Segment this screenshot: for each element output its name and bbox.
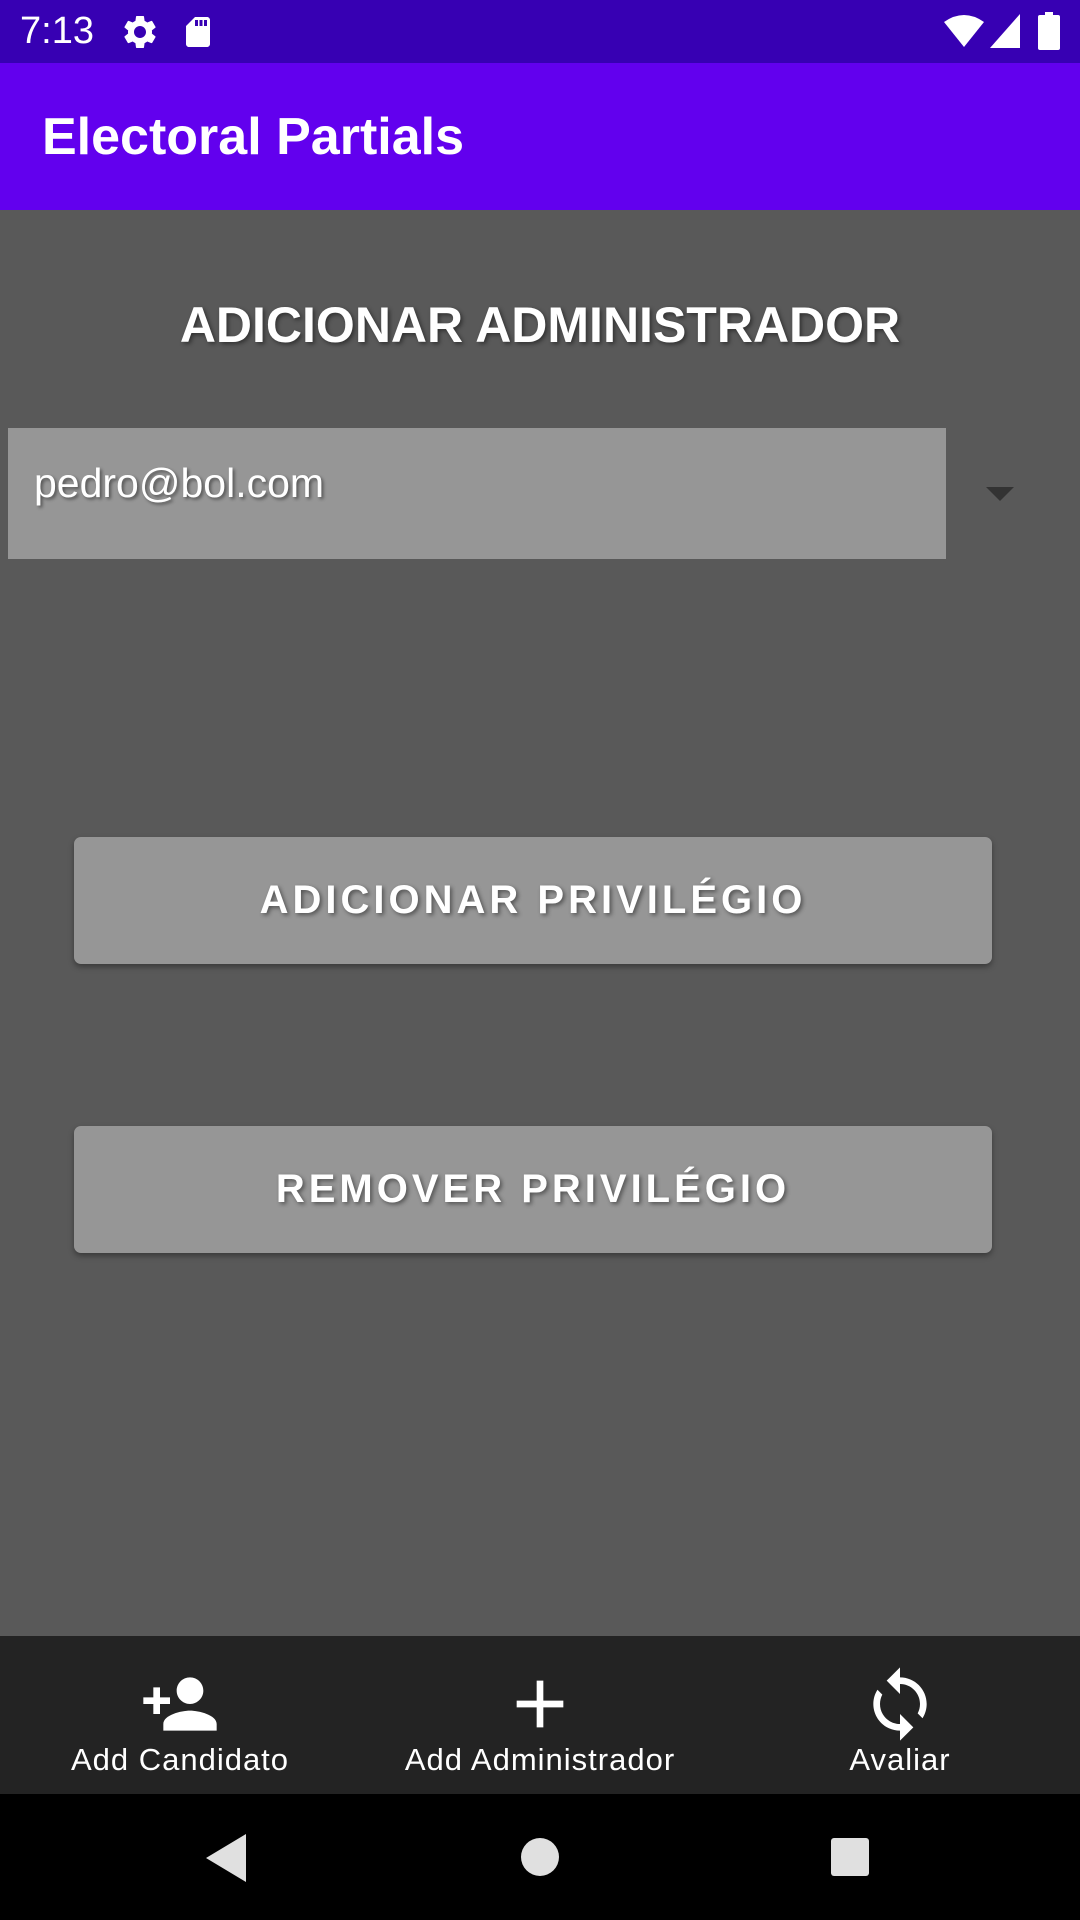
- remove-privilege-label: REMOVER PRIVILÉGIO: [275, 1167, 791, 1211]
- nav-label-avaliar: Avaliar: [849, 1742, 951, 1777]
- admin-email-spinner[interactable]: pedro@bol.com: [8, 428, 1020, 559]
- spinner-selected-value: pedro@bol.com: [34, 460, 325, 506]
- app-bar: Electoral Partials: [0, 63, 1080, 210]
- add-person-icon: [143, 1677, 217, 1731]
- sync-icon: [873, 1667, 927, 1741]
- settings-gear-icon: [124, 15, 156, 48]
- nav-item-add-candidato[interactable]: Add Candidato: [0, 1636, 360, 1794]
- plus-icon: [516, 1680, 564, 1728]
- nav-item-avaliar[interactable]: Avaliar: [720, 1636, 1080, 1794]
- section-title: ADICIONAR ADMINISTRADOR: [179, 297, 901, 353]
- screen: 7:13 Electoral Partials ADICIONAR ADMINI…: [0, 0, 1080, 1920]
- recents-icon[interactable]: [790, 1794, 910, 1920]
- spinner-field[interactable]: pedro@bol.com: [8, 428, 946, 559]
- nav-label-add-administrador: Add Administrador: [404, 1742, 676, 1777]
- cell-signal-icon: [990, 14, 1020, 48]
- back-icon[interactable]: [164, 1794, 284, 1920]
- wifi-icon: [944, 15, 984, 47]
- remove-privilege-button[interactable]: REMOVER PRIVILÉGIO: [74, 1126, 992, 1253]
- app-title: Electoral Partials: [42, 108, 464, 166]
- add-privilege-button[interactable]: ADICIONAR PRIVILÉGIO: [74, 837, 992, 964]
- dropdown-arrow-icon[interactable]: [986, 487, 1014, 501]
- status-bar: 7:13: [0, 0, 1080, 63]
- status-time: 7:13: [20, 10, 94, 52]
- system-navigation-bar: [0, 1794, 1080, 1920]
- home-icon[interactable]: [480, 1794, 600, 1920]
- nav-item-add-administrador[interactable]: Add Administrador: [360, 1636, 720, 1794]
- bottom-navigation: Add Candidato Add Administrador Avaliar: [0, 1636, 1080, 1794]
- battery-icon: [1038, 12, 1060, 50]
- add-privilege-label: ADICIONAR PRIVILÉGIO: [259, 878, 807, 922]
- nav-label-add-candidato: Add Candidato: [70, 1742, 290, 1777]
- sd-card-icon: [186, 17, 210, 47]
